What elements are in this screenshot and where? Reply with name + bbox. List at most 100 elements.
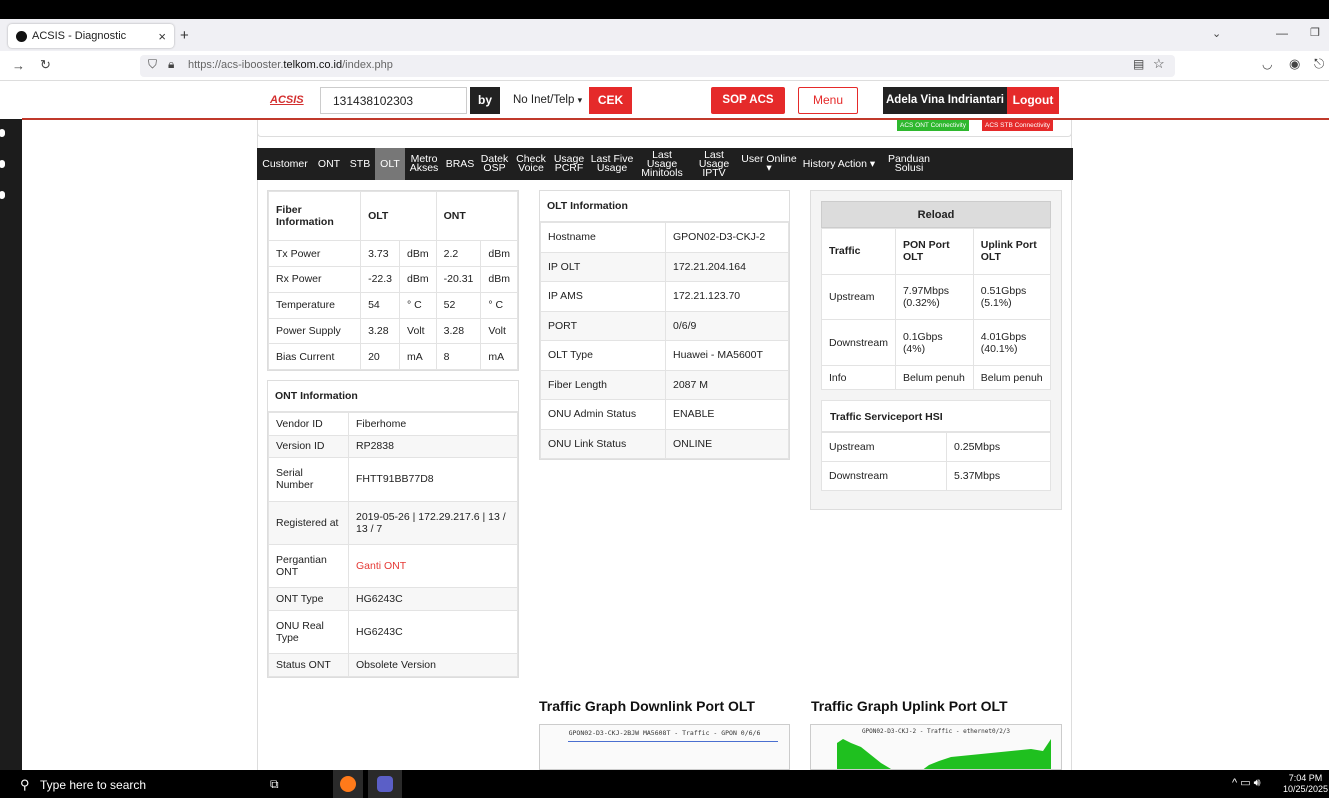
new-tab-button[interactable]: + [180,27,189,44]
column-header: Uplink Port OLT [972,228,1052,275]
url-domain: telkom.co.id [283,59,343,71]
tab-label-line2: Voice [518,162,544,174]
ont-info-panel: ONT Information Vendor ID Fiberhome Versio… [267,380,519,678]
table-cell: OLT Type [540,340,666,371]
task-view-icon[interactable]: ⧉ [270,777,279,792]
search-input[interactable]: 131438102303 [320,87,467,114]
table-cell: 3.28 [360,317,401,345]
taskbar-search[interactable]: Type here to search [10,772,260,798]
tab-label: Usage PCRF [554,154,584,174]
address-bar[interactable]: https://acs-ibooster.telkom.co.id/index.… [140,55,1175,77]
stb-connectivity-badge[interactable]: ACS STB Connectivity [982,120,1054,131]
tab-usage[interactable]: Usage PCRF [550,148,588,180]
downlink-graph-title: Traffic Graph Downlink Port OLT [539,698,755,714]
account-icon[interactable]: ◉ [1289,56,1300,72]
tab-label: User Online ▾ [740,154,798,174]
dock-dot-icon[interactable] [0,191,5,199]
table-row: Pergantian ONT Ganti ONT [268,543,518,589]
favicon-icon [16,30,27,42]
tab-last-five[interactable]: Last Five Usage [588,148,636,180]
restore-icon[interactable]: ❐ [1310,26,1320,39]
ont-connectivity-badge[interactable]: ACS ONT Connectivity [897,120,969,131]
firefox-taskbar-icon[interactable] [333,770,363,798]
tab-label: Last Five Usage [591,154,634,174]
tab-stb[interactable]: STB [345,148,375,180]
tab-panduan[interactable]: Panduan Solusi [880,148,938,180]
table-row: Bias Current 20 mA 8 mA [267,343,518,370]
cek-button[interactable]: CEK [589,87,632,114]
table-cell: Temperature [267,291,362,319]
table-cell: 52 [435,291,482,319]
tab-check[interactable]: Check Voice [512,148,550,180]
table-cell: dBm [480,266,518,293]
table-row: OLT Type Huawei - MA5600T [540,340,789,371]
table-cell: Power Supply [267,317,362,345]
table-cell: Belum penuh [894,365,974,390]
tab-label-line1: STB [349,157,371,170]
teams-taskbar-icon[interactable] [368,770,402,798]
tab-metro[interactable]: Metro Akses [405,148,443,180]
tab-history-action[interactable]: History Action ▾ [798,148,880,180]
table-cell: 0/6/9 [665,310,789,341]
ont-info-table: Vendor ID Fiberhome Version ID RP2838 Serial… [268,412,518,677]
tab-datek[interactable]: Datek OSP [477,148,512,180]
pocket-icon[interactable]: ◡ [1262,57,1272,71]
table-cell: 0.51Gbps (5.1%) [972,273,1052,321]
table-row: Downstream 0.1Gbps (4%) 4.01Gbps (40.1%) [821,319,1052,367]
reader-view-icon[interactable]: ▤ [1133,57,1144,71]
forward-icon[interactable]: → [12,58,25,73]
tab-olt[interactable]: OLT [375,148,405,180]
table-row: Info Belum penuh Belum penuh [821,365,1052,390]
hsi-title: Traffic Serviceport HSI [821,400,1051,432]
tab-label-line1: ONT [317,157,341,170]
tab-title: ACSIS - Diagnostic [32,30,127,42]
search-type-select[interactable]: No Inet/Telp ▾ [503,87,589,114]
close-tab-icon[interactable]: × [158,29,166,44]
tab-last-usage[interactable]: Last Usage Minitools [636,148,688,180]
tab-label-line2: Minitools [641,166,683,179]
lock-icon[interactable]: 🔒︎ [168,57,174,72]
downlink-graph-caption: GPON02-D3-CKJ-2BJW MA5608T - Traffic - G… [568,729,761,737]
olt-info-panel: OLT Information Hostname GPON02-D3-CKJ-2 I… [539,190,790,460]
table-cell: Vendor ID [268,412,349,436]
reload-icon[interactable]: ↻ [40,57,51,73]
clock[interactable]: 7:04 PM 10/25/2025 [1283,773,1328,795]
table-cell: 8 [435,343,482,370]
table-cell: 2087 M [665,369,789,400]
tab-label-line2: Akses [409,162,439,174]
bookmark-star-icon[interactable]: ☆ [1153,56,1165,72]
logo[interactable]: ACSIS [270,94,304,106]
extensions-icon[interactable]: ⎋ [1314,56,1324,72]
tab-last-usage[interactable]: Last Usage IPTV [688,148,740,180]
table-cell: ONT Type [268,587,349,611]
table-cell: ONU Link Status [540,428,666,459]
table-row: IP AMS 172.21.123.70 [540,281,789,312]
shield-icon[interactable]: ⛉ [148,57,157,72]
reload-button[interactable]: Reload [821,201,1051,228]
table-cell: 2019-05-26 | 172.29.217.6 | 13 / 13 / 7 [348,500,518,545]
sop-acs-button[interactable]: SOP ACS [711,87,785,114]
dock-dot-icon[interactable] [0,160,5,168]
tab-list-chevron-icon[interactable]: ⌄ [1212,27,1221,40]
uplink-graph-area [837,739,1051,769]
dock-dot-icon[interactable] [0,129,5,137]
chevron-down-icon: ▾ [577,95,583,105]
tab-user-online[interactable]: User Online ▾ [740,148,798,180]
table-row: Version ID RP2838 [268,434,518,459]
tab-ont[interactable]: ONT [313,148,345,180]
table-cell: RP2838 [348,434,518,459]
tab-label: OLT [380,158,400,169]
hsi-table: Upstream 0.25Mbps Downstream 5.37Mbps [821,432,1051,491]
tray-icons[interactable]: ^ ▭ 🔊︎ [1232,776,1261,790]
ganti-ont-link[interactable]: Ganti ONT [348,543,518,589]
tab-customer[interactable]: Customer [257,148,313,180]
logout-button[interactable]: Logout [1007,87,1059,114]
menu-button[interactable]: Menu [798,87,858,114]
tab-bras[interactable]: BRAS [443,148,477,180]
tab-label-line2: PCRF [554,162,584,174]
minimize-icon[interactable]: — [1276,26,1288,40]
table-cell: 2.2 [435,240,482,268]
table-cell: 0.1Gbps (4%) [894,319,974,367]
browser-tab[interactable]: ACSIS - Diagnostic × [8,24,174,48]
table-cell: Rx Power [267,266,362,293]
